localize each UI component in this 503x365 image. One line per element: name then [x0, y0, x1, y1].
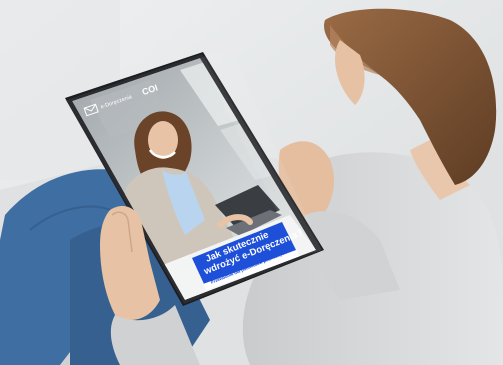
photo-scene: Jak skutecznie wdrożyć e-Doręczenia? Prz… — [0, 0, 503, 365]
scene-svg: Jak skutecznie wdrożyć e-Doręczenia? Prz… — [0, 0, 503, 365]
